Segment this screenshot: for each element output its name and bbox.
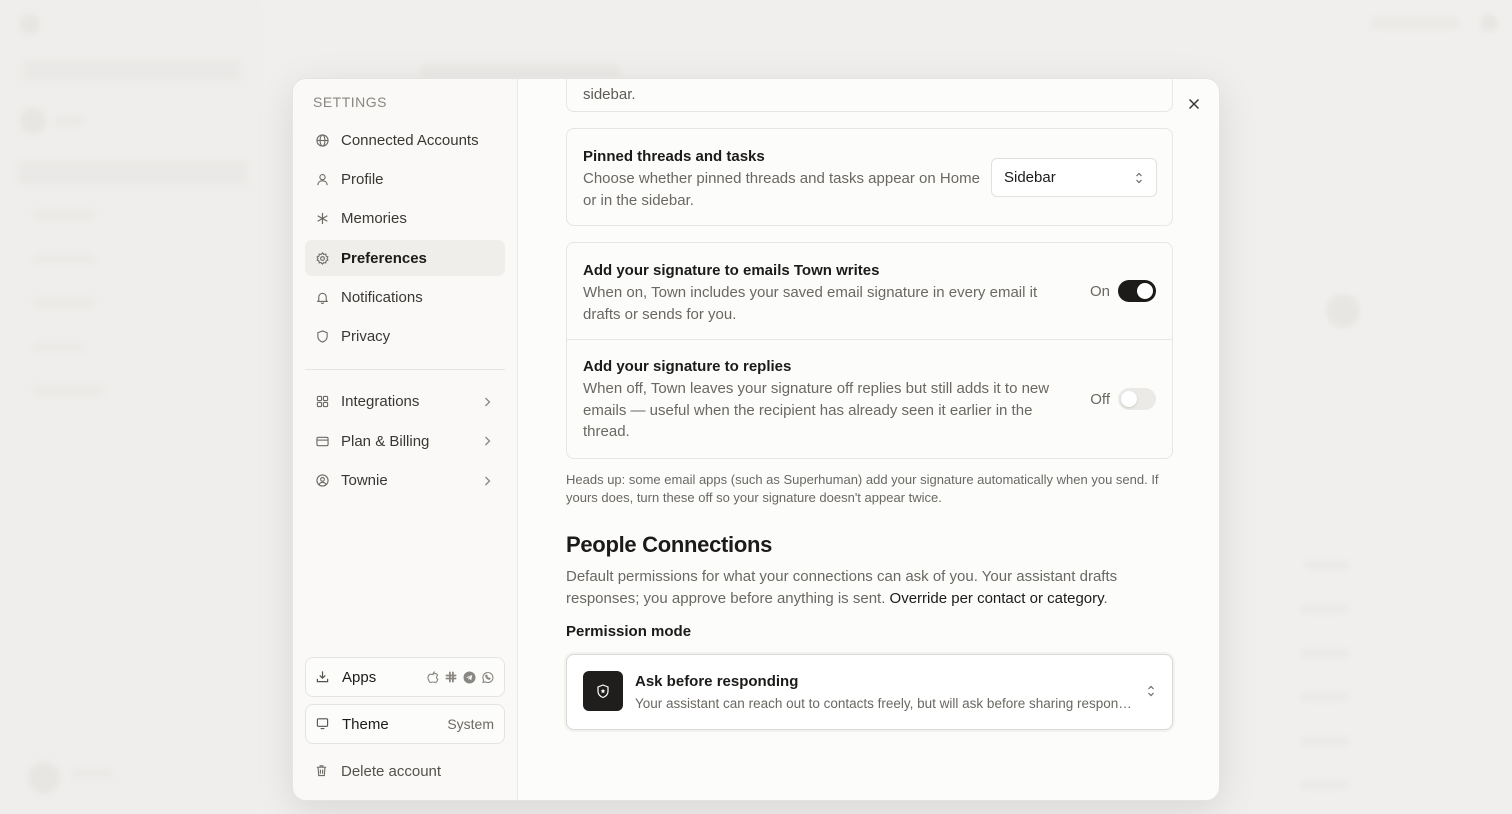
nav-item-label: Privacy: [341, 328, 391, 346]
nav-item-integrations[interactable]: Integrations: [305, 384, 505, 420]
nav-item-memories[interactable]: Memories: [305, 201, 505, 237]
chevron-updown-icon: [1146, 684, 1156, 703]
bell-icon: [315, 291, 329, 305]
signature-replies-toggle-group: Off: [1090, 388, 1156, 410]
signature-emails-title: Add your signature to emails Town writes: [583, 262, 880, 279]
nav-item-label: Plan & Billing: [341, 432, 430, 450]
chevron-right-icon: [481, 474, 493, 491]
trash-icon: [315, 764, 329, 778]
asterisk-icon: [315, 212, 329, 226]
override-link[interactable]: Override per contact or category: [890, 590, 1104, 607]
pinned-threads-desc: Choose whether pinned threads and tasks …: [583, 170, 980, 209]
settings-heading: SETTINGS: [313, 94, 388, 110]
grid-icon: [315, 395, 329, 409]
previous-setting-desc: sidebar.: [583, 86, 636, 103]
people-desc-suffix: .: [1103, 589, 1108, 607]
theme-button[interactable]: Theme System: [305, 704, 505, 744]
slack-icon: [444, 670, 458, 684]
signature-note: Heads up: some email apps (such as Super…: [566, 472, 1159, 505]
delete-account-label: Delete account: [341, 762, 442, 780]
pinned-threads-title: Pinned threads and tasks: [583, 148, 765, 165]
signature-replies-title: Add your signature to replies: [583, 358, 792, 375]
nav-divider: [305, 368, 505, 370]
signature-replies-desc: When off, Town leaves your signature off…: [583, 380, 1050, 440]
permission-mode-label: Permission mode: [566, 623, 692, 640]
settings-modal: SETTINGS Connected Accounts Profile Memo…: [292, 78, 1220, 801]
nav-item-connected-accounts[interactable]: Connected Accounts: [305, 122, 505, 158]
signature-emails-desc: When on, Town includes your saved email …: [583, 284, 1038, 323]
apps-label: Apps: [342, 668, 377, 686]
signature-emails-state: On: [1089, 282, 1110, 300]
nav-item-label: Integrations: [341, 393, 420, 411]
people-connections-desc: Default permissions for what your connec…: [566, 566, 1176, 609]
pinned-location-select[interactable]: Sidebar: [991, 158, 1157, 197]
shield-star-icon: [583, 671, 623, 711]
settings-nav: SETTINGS Connected Accounts Profile Memo…: [293, 79, 518, 800]
nav-item-label: Preferences: [341, 249, 427, 267]
nav-item-privacy[interactable]: Privacy: [305, 319, 505, 355]
nav-item-preferences[interactable]: Preferences: [305, 240, 505, 277]
whatsapp-icon: [480, 670, 494, 684]
previous-setting-card: sidebar.: [566, 79, 1173, 112]
close-icon[interactable]: [1185, 95, 1203, 113]
app-platform-icons: [426, 670, 494, 684]
nav-item-profile[interactable]: Profile: [305, 161, 505, 197]
nav-item-plan-billing[interactable]: Plan & Billing: [305, 423, 505, 459]
permission-mode-desc: Your assistant can reach out to contacts…: [635, 696, 1135, 711]
pinned-threads-card: Pinned threads and tasks Choose whether …: [566, 128, 1173, 226]
delete-account-button[interactable]: Delete account: [305, 751, 505, 791]
credit-card-icon: [315, 434, 329, 448]
signature-card: Add your signature to emails Town writes…: [566, 242, 1173, 459]
chevron-updown-icon: [1134, 171, 1144, 189]
permission-mode-select[interactable]: Ask before responding Your assistant can…: [566, 654, 1173, 730]
signature-replies-toggle[interactable]: [1118, 388, 1156, 410]
signature-replies-row: Add your signature to replies When off, …: [567, 340, 1172, 460]
telegram-icon: [462, 670, 476, 684]
signature-replies-state: Off: [1090, 390, 1110, 408]
gear-icon: [315, 251, 329, 265]
nav-item-label: Notifications: [341, 289, 423, 307]
nav-item-label: Profile: [341, 170, 384, 188]
pinned-location-value: Sidebar: [1004, 169, 1056, 186]
nav-item-notifications[interactable]: Notifications: [305, 280, 505, 316]
apps-button[interactable]: Apps: [305, 657, 505, 697]
user-icon: [315, 172, 329, 186]
signature-emails-toggle[interactable]: [1118, 280, 1156, 302]
theme-value: System: [447, 716, 494, 732]
shield-icon: [315, 330, 329, 344]
monitor-icon: [316, 717, 330, 731]
chevron-right-icon: [481, 395, 493, 412]
preferences-content[interactable]: sidebar. Pinned threads and tasks Choose…: [518, 79, 1219, 800]
user-circle-icon: [315, 474, 329, 488]
nav-item-townie[interactable]: Townie: [305, 463, 505, 499]
globe-icon: [315, 133, 329, 147]
theme-label: Theme: [342, 715, 389, 733]
nav-item-label: Connected Accounts: [341, 131, 479, 149]
nav-item-label: Memories: [341, 210, 407, 228]
nav-item-label: Townie: [341, 472, 388, 490]
permission-mode-title: Ask before responding: [635, 673, 799, 690]
signature-emails-row: Add your signature to emails Town writes…: [567, 243, 1172, 340]
people-connections-title: People Connections: [566, 532, 773, 557]
download-icon: [316, 670, 330, 684]
apple-icon: [426, 670, 440, 684]
nav-bottom: Apps Theme System Delete account: [305, 657, 505, 791]
chevron-right-icon: [481, 434, 493, 451]
signature-emails-toggle-group: On: [1090, 280, 1156, 302]
